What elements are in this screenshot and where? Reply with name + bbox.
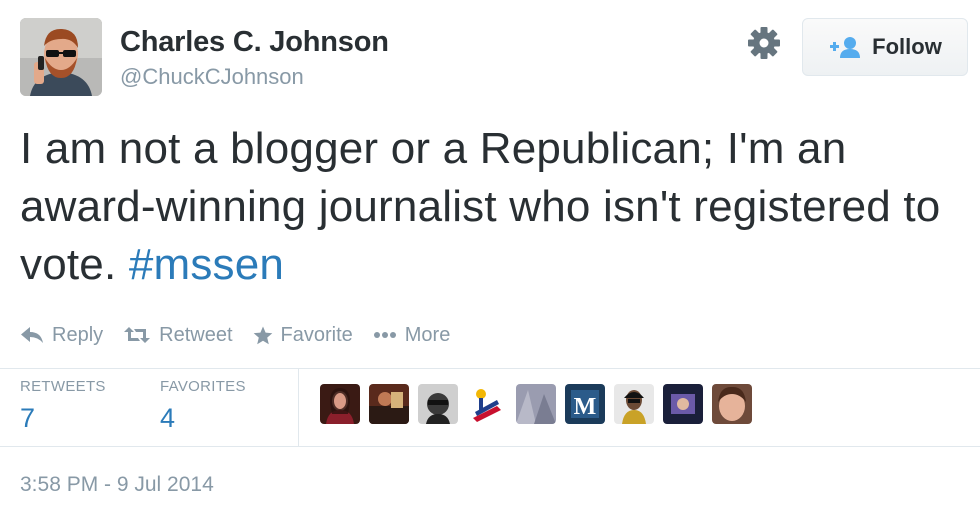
retweets-label: RETWEETS [20,378,106,395]
reply-icon [21,327,43,343]
display-name[interactable]: Charles C. Johnson [120,26,389,59]
favorites-count: 4 [160,403,176,433]
retweet-icon [124,327,151,343]
stats-separator [298,368,299,446]
user-avatar[interactable] [320,384,360,424]
tweet-text: I am not a blogger or a Republican; I'm … [20,120,965,294]
favorite-label: Favorite [280,323,353,346]
stats-bottom-divider [0,446,980,447]
reply-label: Reply [52,323,104,346]
favorites-stat[interactable]: FAVORITES 4 [160,378,246,434]
user-avatar[interactable] [712,384,752,424]
svg-text:M: M [574,394,597,420]
favorite-button[interactable]: Favorite [253,324,353,347]
reply-button[interactable]: Reply [20,324,103,347]
add-user-icon [830,37,861,58]
follow-button-label: Follow [872,34,942,59]
user-avatar[interactable] [614,384,654,424]
star-icon [253,326,272,344]
more-button[interactable]: More [373,323,451,347]
favorites-label: FAVORITES [160,378,246,395]
hashtag-link[interactable]: #mssen [129,240,284,289]
tweet-actions: Reply Retweet Favorite More [20,318,450,352]
user-avatar[interactable]: M [565,384,605,424]
engaged-users-avatars: M [320,384,752,424]
user-avatar[interactable] [467,384,507,424]
tweet-timestamp[interactable]: 3:58 PM - 9 Jul 2014 [20,473,214,497]
retweets-count: 7 [20,403,36,433]
user-avatar[interactable] [418,384,458,424]
retweets-stat[interactable]: RETWEETS 7 [20,378,106,434]
retweet-button[interactable]: Retweet [123,323,233,347]
follow-button[interactable]: Follow [802,18,968,76]
more-dots-icon [373,332,396,338]
user-avatar[interactable] [663,384,703,424]
more-label: More [404,323,451,346]
stats-top-divider [0,368,980,369]
profile-avatar[interactable] [20,18,102,96]
avatar-photo [20,18,102,96]
user-avatar[interactable] [369,384,409,424]
retweet-label: Retweet [159,323,233,346]
user-avatar[interactable] [516,384,556,424]
user-handle[interactable]: @ChuckCJohnson [120,64,304,90]
gear-icon[interactable] [745,24,783,62]
